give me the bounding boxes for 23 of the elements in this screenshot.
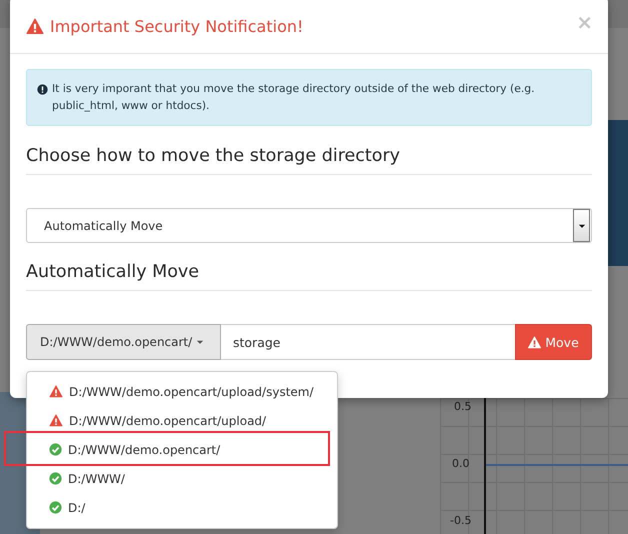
menu-item[interactable]: D:/WWW/demo.opencart/upload/system/ (27, 377, 337, 406)
check-circle-icon (49, 472, 62, 485)
warning-icon (49, 414, 63, 427)
move-button[interactable]: Move (515, 324, 592, 360)
exclamation-circle-icon (37, 84, 48, 95)
method-select[interactable]: Automatically Move (26, 208, 592, 243)
check-circle-icon (49, 501, 62, 514)
folder-input[interactable]: storage (221, 324, 515, 360)
section-heading: Automatically Move (26, 262, 592, 291)
menu-item[interactable]: D:/WWW/ (27, 464, 337, 493)
axis-label: -0.5 (450, 515, 472, 527)
menu-item[interactable]: D:/ (27, 493, 337, 522)
alert-text: It is very imporant that you move the storage directory outside of the web directory (e.g. public_html, www or htdocs). (52, 81, 536, 114)
section-heading: Choose how to move the storage directory (26, 146, 592, 175)
warning-icon (26, 18, 44, 35)
axis-label: 0.5 (454, 401, 472, 413)
menu-item[interactable]: D:/WWW/demo.opencart/upload/ (27, 406, 337, 435)
axis-label: 0.0 (452, 458, 470, 470)
check-circle-icon (49, 443, 62, 456)
warning-icon (49, 385, 63, 398)
dialog-title: Important Security Notification! (50, 17, 304, 36)
warning-icon (528, 336, 542, 348)
path-dropdown-button[interactable]: D:/WWW/demo.opencart/ (26, 324, 221, 360)
